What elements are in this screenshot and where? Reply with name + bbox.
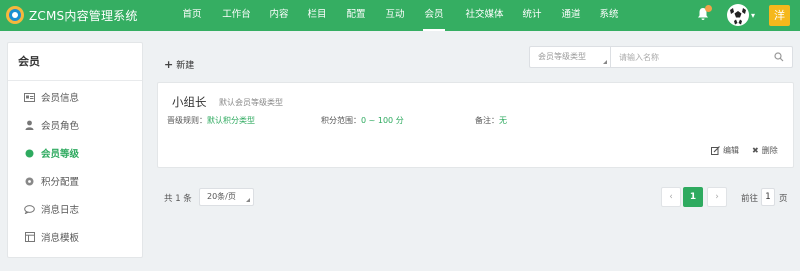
brand[interactable]: ZCMS内容管理系统 [6,5,138,25]
next-page-button[interactable]: › [707,187,727,207]
delete-label: 删除 [761,146,778,155]
level-type-select-placeholder: 会员等级类型 [538,52,586,61]
promotion-rule-value: 默认积分类型 [207,116,255,125]
sidebar-item-label: 会员信息 [41,93,80,104]
goto-label: 前往 [741,194,759,204]
search-icon[interactable] [774,52,784,62]
remark: 备注：无 [475,115,507,126]
nav-item-content[interactable]: 内容 [268,0,290,31]
edit-button[interactable]: 编辑 [711,145,739,156]
remark-label: 备注： [475,116,499,125]
dot-icon [24,148,35,158]
sidebar-item-label: 会员等级 [41,149,80,160]
total-count: 共 1 条 [164,194,192,204]
points-range-value: 0 ~ 100 分 [361,116,404,125]
user-badge[interactable]: 洋 [769,5,790,26]
sidebar-item-message-log[interactable]: 消息日志 [24,202,79,216]
sidebar-item-label: 消息日志 [41,205,80,216]
page-size-value: 20条/页 [207,192,236,201]
logo-icon [6,6,24,24]
nav-item-channel[interactable]: 通道 [560,0,582,31]
nav-item-column[interactable]: 栏目 [306,0,328,31]
nav-item-home[interactable]: 首页 [181,0,203,31]
chevron-down-icon[interactable]: ▾ [751,11,755,20]
template-icon [24,232,35,242]
level-name: 小组长 [172,95,207,109]
new-button-label: 新建 [176,61,195,71]
nav-item-interaction[interactable]: 互动 [384,0,406,31]
chat-icon [24,204,35,214]
top-bar: ZCMS内容管理系统 首页 工作台 内容 栏目 配置 互动 会员 社交媒体 统计… [0,0,800,31]
level-type: 默认会员等级类型 [219,98,283,107]
delete-button[interactable]: ✖ 删除 [752,145,778,156]
new-button[interactable]: + 新建 [164,58,194,71]
sidebar-title: 会员 [8,43,142,81]
nav-item-system[interactable]: 系统 [598,0,620,31]
level-type-select[interactable]: 会员等级类型 [529,46,611,68]
page-size-select[interactable]: 20条/页 [199,188,254,206]
remark-value: 无 [499,116,507,125]
notification-badge [705,5,712,12]
nav-item-social-media[interactable]: 社交媒体 [462,0,507,31]
level-card: 小组长 默认会员等级类型 晋级规则：默认积分类型 积分范围：0 ~ 100 分 … [157,82,794,168]
soccer-ball-icon [727,4,749,26]
close-icon: ✖ [752,146,759,155]
goto-page-input[interactable]: 1 [761,188,775,206]
edit-label: 编辑 [723,146,739,155]
sidebar-item-label: 会员角色 [41,121,80,132]
nav-item-statistics[interactable]: 统计 [521,0,543,31]
select-corner-icon [603,60,607,64]
user-icon [24,120,35,130]
avatar[interactable] [727,4,749,26]
select-corner-icon [246,198,250,202]
app-title: ZCMS内容管理系统 [29,8,138,23]
sidebar-item-member-role[interactable]: 会员角色 [24,118,79,132]
id-card-icon [24,92,35,102]
sidebar-item-points-config[interactable]: 积分配置 [24,174,79,188]
nav-item-config[interactable]: 配置 [345,0,367,31]
sidebar-item-member-level[interactable]: 会员等级 [24,146,79,160]
prev-page-button[interactable]: ‹ [661,187,681,207]
search-box [610,46,793,68]
edit-icon [711,146,720,155]
sidebar-item-label: 消息模板 [41,233,80,244]
page-button-current[interactable]: 1 [683,187,703,207]
points-range-label: 积分范围： [321,116,361,125]
promotion-rule-label: 晋级规则： [167,116,207,125]
sidebar-item-message-template[interactable]: 消息模板 [24,230,79,244]
plus-icon: + [164,58,174,71]
points-range: 积分范围：0 ~ 100 分 [321,115,404,126]
sidebar-item-label: 积分配置 [41,177,80,188]
promotion-rule: 晋级规则：默认积分类型 [167,115,255,126]
search-input[interactable] [611,47,761,67]
gear-icon [24,176,35,186]
goto-suffix: 页 [779,194,788,204]
nav-item-workbench[interactable]: 工作台 [220,0,253,31]
nav-item-member[interactable]: 会员 [423,0,445,31]
sidebar-item-member-info[interactable]: 会员信息 [24,90,79,104]
